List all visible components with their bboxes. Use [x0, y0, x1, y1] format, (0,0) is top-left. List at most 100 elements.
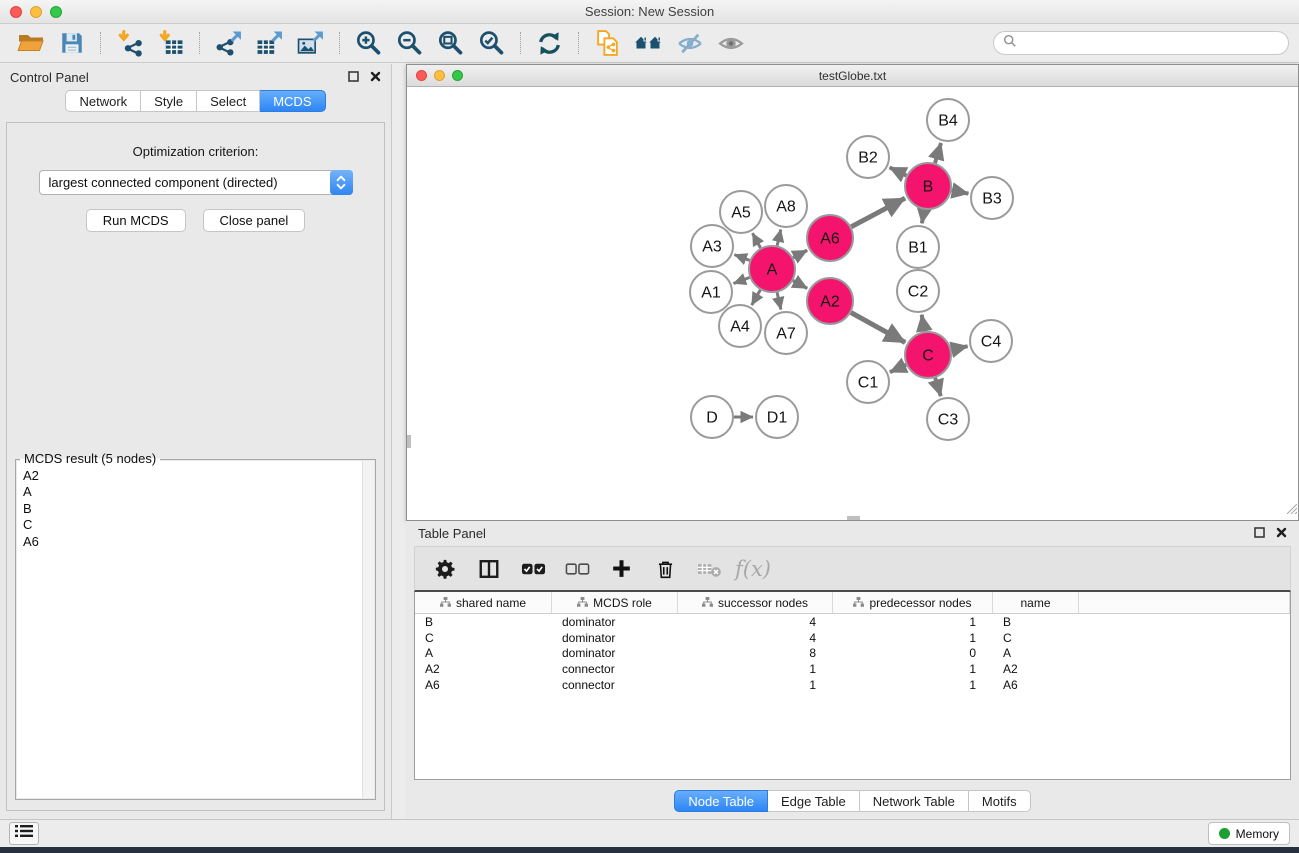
- close-window-icon[interactable]: [10, 6, 22, 18]
- zoom-fit-icon[interactable]: [435, 28, 466, 58]
- close-panel-button[interactable]: Close panel: [203, 209, 306, 232]
- cell-shared-name[interactable]: C: [415, 630, 552, 646]
- cell-mcds-role[interactable]: dominator: [552, 646, 678, 662]
- maximize-window-icon[interactable]: [50, 6, 62, 18]
- graph-node-A8[interactable]: A8: [765, 185, 807, 227]
- result-item[interactable]: B: [23, 501, 368, 517]
- task-history-button[interactable]: [9, 822, 39, 845]
- cell-shared-name[interactable]: A2: [415, 661, 552, 677]
- graph-node-A3[interactable]: A3: [691, 225, 733, 267]
- graph-node-B3[interactable]: B3: [971, 177, 1013, 219]
- graph-node-A4[interactable]: A4: [719, 305, 761, 347]
- cell-name[interactable]: C: [993, 630, 1079, 646]
- graph-node-A[interactable]: A: [749, 246, 795, 292]
- cell-predecessor-nodes[interactable]: 1: [833, 614, 993, 630]
- import-network-icon[interactable]: [114, 28, 145, 58]
- graph-node-C2[interactable]: C2: [897, 270, 939, 312]
- settings-gear-icon[interactable]: [423, 558, 467, 580]
- add-row-icon[interactable]: [599, 558, 643, 579]
- save-session-icon[interactable]: [56, 28, 87, 58]
- criterion-select[interactable]: largest connected component (directed): [39, 170, 353, 195]
- cell-shared-name[interactable]: B: [415, 614, 552, 630]
- vertical-scroll-nub[interactable]: [407, 435, 411, 448]
- show-all-icon[interactable]: [715, 28, 746, 58]
- network-minimize-icon[interactable]: [434, 70, 445, 81]
- table-tab-motifs[interactable]: Motifs: [969, 790, 1031, 812]
- cell-successor-nodes[interactable]: 8: [678, 646, 833, 662]
- cell-name[interactable]: A6: [993, 677, 1079, 693]
- columns-icon[interactable]: [467, 558, 511, 580]
- select-all-icon[interactable]: [511, 561, 555, 577]
- network-close-icon[interactable]: [416, 70, 427, 81]
- cell-predecessor-nodes[interactable]: 1: [833, 630, 993, 646]
- column-header-mcds-role[interactable]: MCDS role: [552, 592, 678, 613]
- cell-predecessor-nodes[interactable]: 0: [833, 646, 993, 662]
- export-network-icon[interactable]: [213, 28, 244, 58]
- cell-mcds-role[interactable]: connector: [552, 661, 678, 677]
- deselect-all-icon[interactable]: [555, 561, 599, 577]
- cell-successor-nodes[interactable]: 4: [678, 614, 833, 630]
- export-image-icon[interactable]: [295, 28, 326, 58]
- table-tab-node-table[interactable]: Node Table: [674, 790, 768, 812]
- first-neighbors-icon[interactable]: [633, 28, 664, 58]
- graph-node-B1[interactable]: B1: [897, 226, 939, 268]
- column-header-predecessor-nodes[interactable]: predecessor nodes: [833, 592, 993, 613]
- graph-node-A2[interactable]: A2: [807, 278, 853, 324]
- close-table-panel-icon[interactable]: [1276, 526, 1287, 541]
- cell-name[interactable]: A: [993, 646, 1079, 662]
- cell-mcds-role[interactable]: connector: [552, 677, 678, 693]
- memory-button[interactable]: Memory: [1208, 822, 1290, 845]
- open-session-icon[interactable]: [15, 28, 46, 58]
- mcds-result-list[interactable]: A2ABCA6: [17, 461, 374, 798]
- tab-mcds[interactable]: MCDS: [260, 90, 325, 112]
- export-table-icon[interactable]: [254, 28, 285, 58]
- duplicate-network-icon[interactable]: [592, 28, 623, 58]
- column-header-name[interactable]: name: [993, 592, 1079, 613]
- result-item[interactable]: C: [23, 517, 368, 533]
- apply-layout-icon[interactable]: [534, 28, 565, 58]
- result-item[interactable]: A2: [23, 468, 368, 484]
- result-item[interactable]: A6: [23, 534, 368, 550]
- hide-selected-icon[interactable]: [674, 28, 705, 58]
- cell-shared-name[interactable]: A: [415, 646, 552, 662]
- table-tab-network-table[interactable]: Network Table: [860, 790, 969, 812]
- network-window-titlebar[interactable]: testGlobe.txt: [407, 65, 1298, 87]
- network-maximize-icon[interactable]: [452, 70, 463, 81]
- tab-network[interactable]: Network: [65, 90, 141, 112]
- column-header-shared-name[interactable]: shared name: [415, 592, 552, 613]
- graph-node-C4[interactable]: C4: [970, 320, 1012, 362]
- network-graph[interactable]: B4B2BB3A5A8A6B1A3AC2A1A2A4A7C4CC1DD1C3: [407, 87, 1298, 520]
- search-box[interactable]: [993, 31, 1289, 55]
- graph-node-A7[interactable]: A7: [765, 312, 807, 354]
- graph-node-B[interactable]: B: [905, 163, 951, 209]
- tab-style[interactable]: Style: [141, 90, 197, 112]
- search-input[interactable]: [1022, 36, 1279, 51]
- zoom-selected-icon[interactable]: [476, 28, 507, 58]
- graph-node-B4[interactable]: B4: [927, 99, 969, 141]
- horizontal-scroll-nub[interactable]: [847, 516, 860, 520]
- cell-predecessor-nodes[interactable]: 1: [833, 661, 993, 677]
- table-row[interactable]: Adominator80A: [415, 646, 1290, 662]
- resize-grip[interactable]: [1284, 501, 1297, 519]
- zoom-in-icon[interactable]: [353, 28, 384, 58]
- cell-mcds-role[interactable]: dominator: [552, 614, 678, 630]
- minimize-window-icon[interactable]: [30, 6, 42, 18]
- tab-select[interactable]: Select: [197, 90, 260, 112]
- table-row[interactable]: A2connector11A2: [415, 661, 1290, 677]
- import-table-icon[interactable]: [155, 28, 186, 58]
- cell-successor-nodes[interactable]: 4: [678, 630, 833, 646]
- graph-node-A6[interactable]: A6: [807, 215, 853, 261]
- table-row[interactable]: Cdominator41C: [415, 630, 1290, 646]
- cell-name[interactable]: B: [993, 614, 1079, 630]
- table-row[interactable]: Bdominator41B: [415, 614, 1290, 630]
- column-header-successor-nodes[interactable]: successor nodes: [678, 592, 833, 613]
- cell-mcds-role[interactable]: dominator: [552, 630, 678, 646]
- graph-node-C3[interactable]: C3: [927, 398, 969, 440]
- table-row[interactable]: A6connector11A6: [415, 677, 1290, 693]
- result-item[interactable]: A: [23, 484, 368, 500]
- graph-node-D1[interactable]: D1: [756, 396, 798, 438]
- cell-predecessor-nodes[interactable]: 1: [833, 677, 993, 693]
- result-scrollbar[interactable]: [362, 461, 374, 798]
- cell-name[interactable]: A2: [993, 661, 1079, 677]
- network-canvas[interactable]: B4B2BB3A5A8A6B1A3AC2A1A2A4A7C4CC1DD1C3: [407, 87, 1298, 520]
